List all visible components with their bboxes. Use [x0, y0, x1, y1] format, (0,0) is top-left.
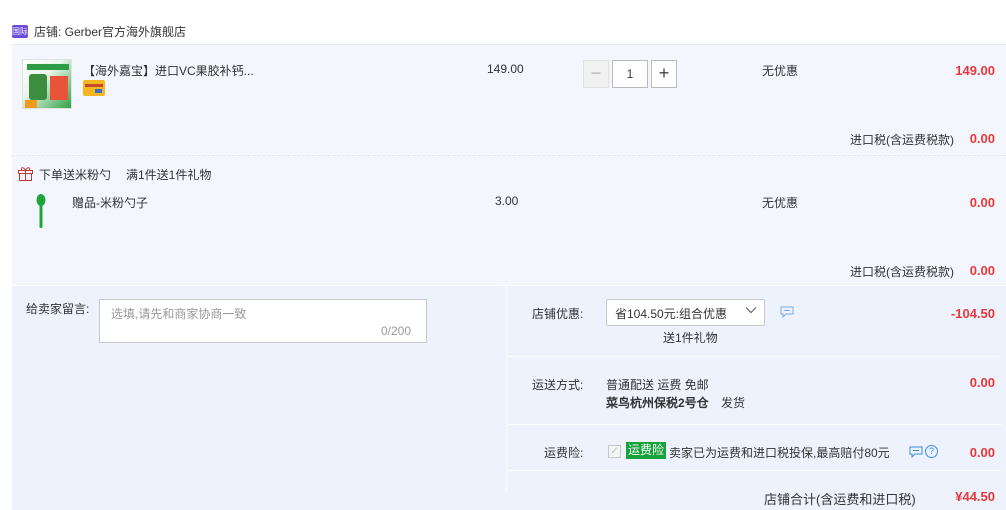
insurance-badge: 运费险 — [626, 442, 667, 459]
spoon-icon — [36, 194, 46, 228]
divider — [507, 424, 1001, 425]
divider — [507, 356, 1001, 357]
shipping-method: 普通配送 运费 免邮 — [606, 378, 709, 392]
quantity-increase-button[interactable]: + — [651, 60, 677, 88]
message-char-count: 0/200 — [381, 324, 412, 338]
insurance-checkbox[interactable]: ✓ — [608, 445, 621, 458]
chevron-down-icon — [745, 307, 757, 314]
product-tax-label: 进口税(含运费税款) — [850, 133, 954, 147]
card-icon — [83, 80, 105, 96]
product-title[interactable]: 【海外嘉宝】进口VC果胶补钙... — [83, 62, 254, 79]
shipping-amount: 0.00 — [969, 375, 995, 390]
product-tax-value: 0.00 — [969, 131, 995, 146]
gift-box-icon — [18, 167, 33, 181]
shipping-label: 运送方式: — [532, 378, 584, 392]
shop-discount-amount: -104.50 — [950, 306, 995, 321]
store-total-amount: ¥44.50 — [955, 489, 995, 504]
insurance-amount: 0.00 — [969, 445, 995, 460]
product-image[interactable] — [22, 59, 72, 109]
gift-promo-label: 下单送米粉勺 — [39, 168, 112, 182]
message-label: 给卖家留言: — [26, 302, 90, 316]
shipping-suffix: 发货 — [721, 396, 746, 410]
gift-subtotal: 0.00 — [969, 195, 995, 210]
store-name[interactable]: 店铺: Gerber官方海外旗舰店 — [34, 23, 186, 40]
shop-discount-selected: 省104.50元:组合优惠 — [615, 307, 728, 321]
shop-discount-label: 店铺优惠: — [532, 307, 584, 321]
gift-tax-label: 进口税(含运费税款) — [850, 265, 954, 279]
shop-discount-note: 送1件礼物 — [663, 331, 718, 345]
insurance-label: 运费险: — [544, 446, 584, 460]
gift-tax-value: 0.00 — [969, 263, 995, 278]
product-subtotal: 149.00 — [955, 63, 995, 78]
quantity-decrease-button[interactable]: − — [583, 60, 609, 88]
product-discount: 无优惠 — [762, 64, 799, 78]
gift-title[interactable]: 赠品-米粉勺子 — [72, 194, 148, 211]
divider — [507, 470, 1001, 471]
message-icon[interactable] — [780, 306, 794, 318]
gift-price: 3.00 — [495, 194, 519, 208]
store-total-label: 店铺合计(含运费和进口税) — [764, 492, 916, 507]
shipping-warehouse: 菜鸟杭州保税2号仓 — [606, 396, 709, 410]
gift-promo-rule: 满1件送1件礼物 — [126, 168, 212, 182]
seller-message-placeholder: 选填,请先和商家协商一致 — [111, 307, 247, 321]
message-icon[interactable] — [909, 446, 923, 458]
product-price: 149.00 — [487, 62, 524, 76]
insurance-text: 卖家已为运费和进口税投保,最高赔付80元 — [669, 446, 890, 460]
help-icon[interactable]: ? — [925, 445, 938, 458]
quantity-input[interactable]: 1 — [612, 60, 648, 88]
tmall-global-badge-icon: 国际 — [12, 25, 28, 38]
gift-discount: 无优惠 — [762, 196, 799, 210]
